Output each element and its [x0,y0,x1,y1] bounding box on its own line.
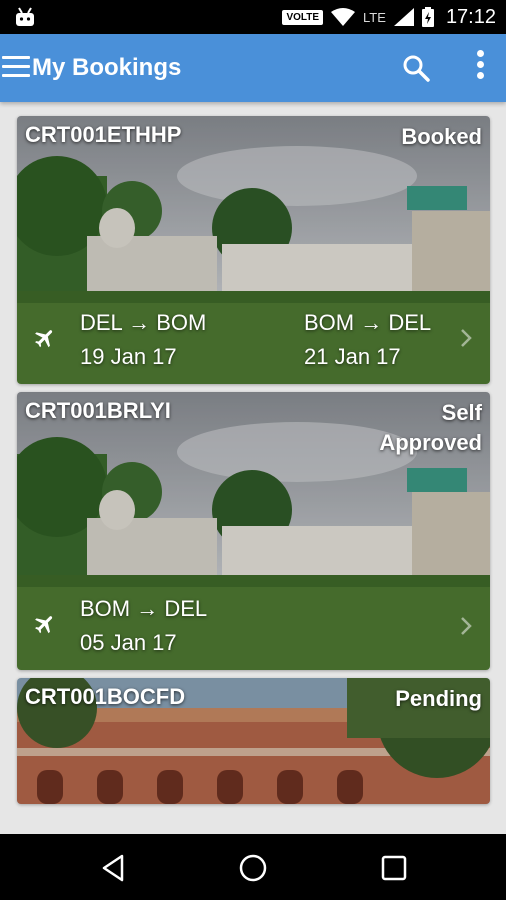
chevron-right-icon [461,329,472,347]
booking-status: Booked [401,124,482,149]
leg-date: 05 Jan 17 [80,630,177,655]
recents-icon[interactable] [378,852,410,884]
page-title: My Bookings [32,54,182,81]
signal-icon [393,8,414,26]
home-icon[interactable] [237,852,269,884]
wifi-icon [331,8,356,26]
status-line: Approved [379,430,482,455]
booking-status: Pending [395,686,482,711]
leg-route: BOM → DEL [80,596,208,621]
search-icon[interactable] [402,54,430,82]
leg-route: BOM → DEL [304,310,432,335]
status-bar: VOLTE LTE 17:12 [0,0,506,34]
flight-icon [35,616,53,634]
chevron-right-icon [461,617,472,635]
menu-icon[interactable] [2,56,30,80]
status-time: 17:12 [445,5,496,28]
volte-badge: VOLTE [282,9,324,25]
booking-ref: CRT001BRLYI [25,398,171,423]
booking-ref: CRT001BOCFD [25,684,186,709]
android-notification-icon [16,7,34,26]
battery-icon [421,7,434,27]
navigation-bar [0,834,506,900]
leg-date: 19 Jan 17 [80,344,177,369]
app-bar: My Bookings [0,34,506,102]
booking-card[interactable]: CRT001ETHHP Booked DEL → BOM 19 Jan 17 B… [17,116,490,384]
network-type: LTE [363,9,386,25]
status-line: Self [441,400,482,425]
leg-route: DEL → BOM [80,310,207,335]
booking-card[interactable]: CRT001BOCFD Pending [17,678,490,804]
booking-card[interactable]: CRT001BRLYI Self Approved BOM → DEL 05 J… [17,392,490,670]
flight-icon [35,330,53,348]
booking-ref: CRT001ETHHP [25,122,182,147]
back-icon[interactable] [98,852,130,884]
booking-status: Self Approved [379,398,482,458]
more-vert-icon[interactable] [472,50,488,86]
leg-date: 21 Jan 17 [304,344,401,369]
